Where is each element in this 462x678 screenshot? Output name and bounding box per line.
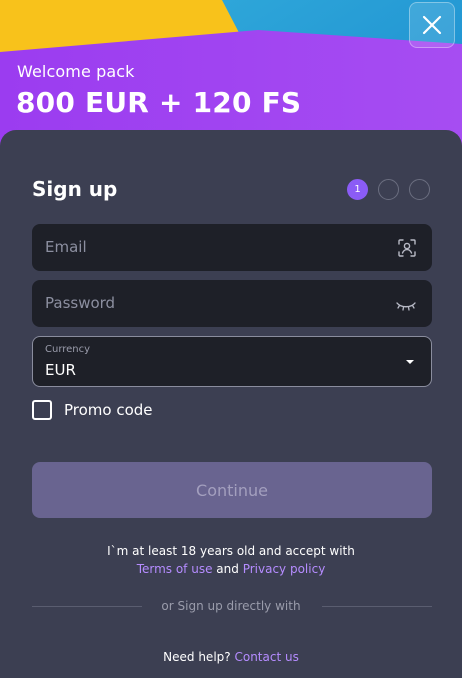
close-button[interactable] <box>409 2 455 48</box>
form-title: Sign up <box>32 177 118 201</box>
welcome-banner: Welcome pack 800 EUR + 120 FS <box>0 0 462 150</box>
caret-down-icon <box>406 360 414 364</box>
face-scan-icon[interactable] <box>397 238 417 258</box>
contact-link[interactable]: Contact us <box>234 650 298 664</box>
promo-amount: 800 EUR + 120 FS <box>16 86 302 119</box>
promo-code-checkbox[interactable] <box>32 400 52 420</box>
email-placeholder: Email <box>45 238 87 256</box>
promo-code-row[interactable]: Promo code <box>32 400 153 420</box>
legal-and: and <box>216 562 239 576</box>
step-3 <box>409 179 430 200</box>
help-text: Need help? <box>163 650 231 664</box>
continue-button[interactable]: Continue <box>32 462 432 518</box>
promo-code-label: Promo code <box>64 401 153 419</box>
close-icon <box>422 15 442 35</box>
legal-links: Terms of use and Privacy policy <box>0 562 462 576</box>
step-indicator: 1 <box>347 179 430 200</box>
promo-label: Welcome pack <box>17 62 135 81</box>
privacy-link[interactable]: Privacy policy <box>243 562 326 576</box>
divider-text: or Sign up directly with <box>161 599 301 613</box>
terms-link[interactable]: Terms of use <box>137 562 213 576</box>
password-placeholder: Password <box>45 294 116 312</box>
help-row: Need help? Contact us <box>0 650 462 664</box>
step-2 <box>378 179 399 200</box>
currency-select[interactable]: Currency EUR <box>32 336 432 387</box>
currency-value: EUR <box>45 361 76 379</box>
password-field[interactable]: Password <box>32 280 432 327</box>
email-field[interactable]: Email <box>32 224 432 271</box>
step-1: 1 <box>347 179 368 200</box>
age-consent-text: I`m at least 18 years old and accept wit… <box>107 544 355 558</box>
eye-closed-icon[interactable] <box>395 295 417 315</box>
currency-label: Currency <box>45 344 91 355</box>
